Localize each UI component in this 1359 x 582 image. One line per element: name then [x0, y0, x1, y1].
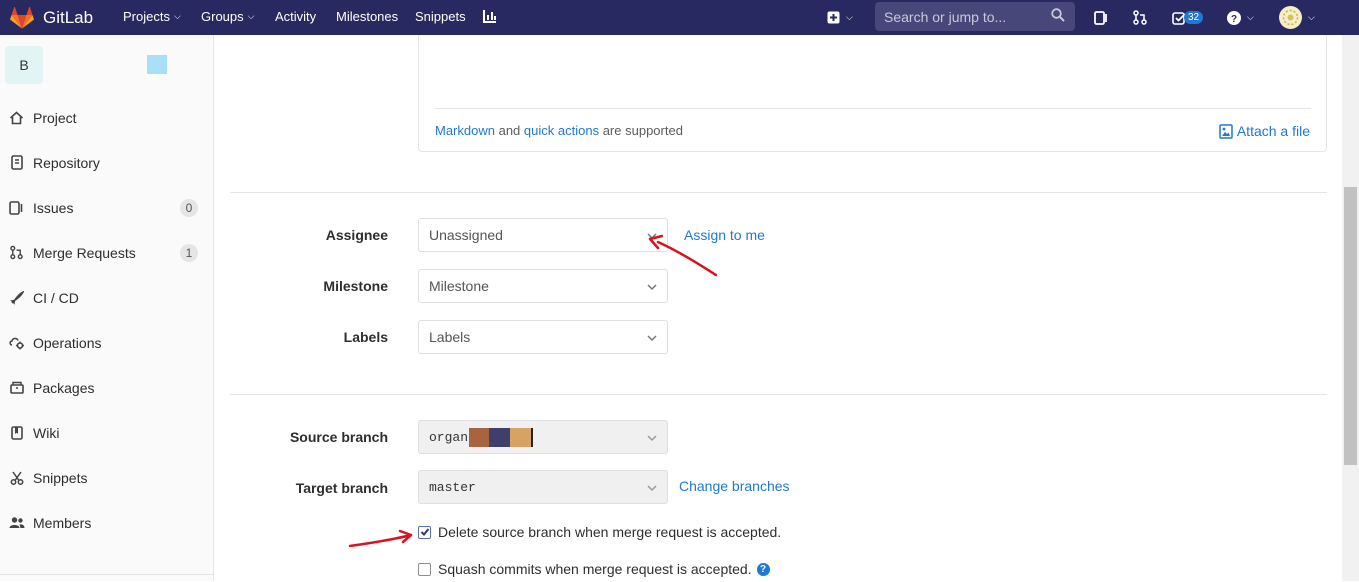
- page-scrollbar[interactable]: [1342, 35, 1359, 581]
- annotation-overlay: [348, 234, 718, 548]
- annotation-arrow-delete-branch: [348, 529, 413, 548]
- scrollbar-thumb[interactable]: [1344, 187, 1357, 465]
- annotation-arrow-assignee: [648, 234, 718, 277]
